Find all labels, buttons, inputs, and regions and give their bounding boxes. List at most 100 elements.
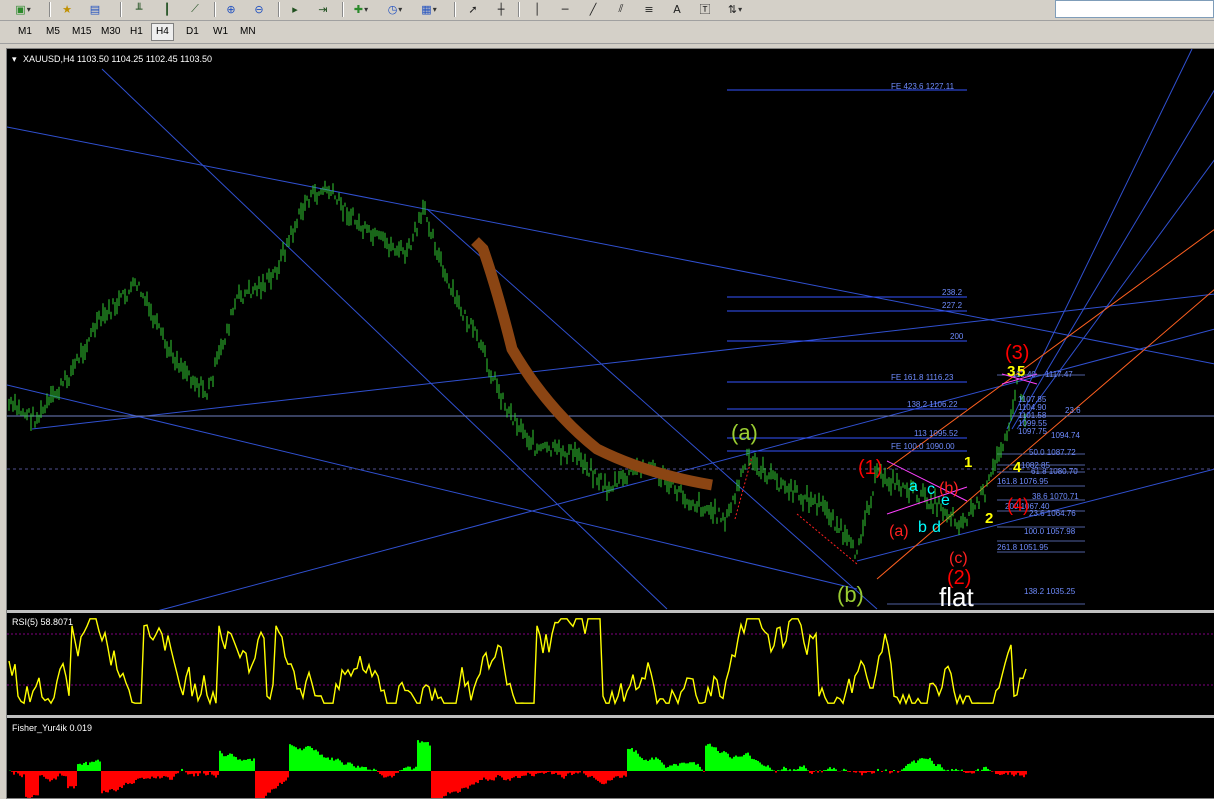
fisher-bar [373, 769, 375, 771]
fisher-bar [823, 770, 825, 771]
trendline-icon[interactable]: ╱ [584, 1, 602, 17]
bar-chart-icon[interactable]: ╨ [130, 1, 148, 17]
fisher-bar [877, 769, 879, 771]
fisher-bar [757, 761, 759, 771]
fisher-bar [813, 771, 815, 772]
crosshair-icon[interactable]: ┼ [492, 1, 510, 17]
fisher-bar [1007, 771, 1009, 775]
fisher-bar [241, 761, 243, 771]
fisher-bar [735, 756, 737, 771]
fisher-bar [633, 752, 635, 771]
fisher-bar [147, 771, 149, 778]
panel-separator[interactable] [7, 610, 1214, 613]
fisher-bar [51, 771, 53, 780]
fisher-bar [847, 771, 849, 772]
fisher-bar [479, 771, 481, 780]
timeframe-mn[interactable]: MN [236, 24, 260, 40]
properties-icon[interactable]: ▤ [86, 1, 104, 17]
fisher-bar [41, 771, 43, 775]
fisher-bar [369, 770, 371, 771]
equidistant-channel-icon[interactable]: ⫽ [612, 1, 630, 17]
chart-shift-icon[interactable]: ⇥ [314, 1, 332, 17]
fisher-bar [345, 764, 347, 771]
horizontal-line-icon[interactable]: ─ [556, 1, 574, 17]
toolbar-separator [120, 2, 122, 17]
chart-canvas[interactable]: ▾ XAUUSD,H4 1103.50 1104.25 1102.45 1103… [7, 49, 1214, 798]
timeframe-w1[interactable]: W1 [209, 24, 232, 40]
fisher-bar [999, 771, 1001, 775]
timeframe-m5[interactable]: M5 [42, 24, 64, 40]
panel-separator[interactable] [7, 715, 1214, 718]
fisher-bar [649, 760, 651, 771]
fisher-bar [361, 767, 363, 771]
new-chart-icon[interactable]: ▣ [14, 1, 32, 17]
fisher-bar [573, 771, 575, 774]
fisher-bar [597, 771, 599, 781]
text-icon[interactable]: A [668, 1, 686, 17]
fisher-bar [461, 771, 463, 788]
fisher-bar [553, 771, 555, 774]
fisher-bar [265, 771, 267, 796]
fisher-bar [225, 756, 227, 771]
fisher-bar [783, 767, 785, 771]
fisher-bar [617, 771, 619, 776]
fisher-bar [289, 744, 291, 771]
timeframe-h1[interactable]: H1 [126, 24, 147, 40]
fisher-panel[interactable]: Fisher_Yur4ik 0.019 [9, 723, 1027, 798]
fisher-bar [379, 771, 381, 774]
fisher-bar [413, 768, 415, 771]
fisher-bar [239, 759, 241, 771]
fisher-bar [539, 771, 541, 773]
fisher-bar [811, 771, 813, 774]
fisher-bar [745, 753, 747, 771]
periods-icon[interactable]: ◷ [386, 1, 404, 17]
fisher-bar [939, 764, 941, 771]
fisher-bar [243, 760, 245, 771]
rsi-panel[interactable]: RSI(5) 58.8071 [7, 617, 1214, 703]
fisher-bar [189, 771, 191, 774]
fisher-bar [943, 770, 945, 771]
fisher-bar [853, 771, 855, 772]
fisher-bar [181, 769, 183, 771]
fisher-bar [151, 771, 153, 777]
price-panel[interactable]: ▾ XAUUSD,H4 1103.50 1104.25 1102.45 1103… [7, 49, 1214, 612]
fisher-bar [491, 771, 493, 780]
fisher-bar [595, 771, 597, 780]
indicators-icon[interactable]: ✚ [352, 1, 370, 17]
fisher-bar [867, 771, 869, 772]
fisher-bar [203, 771, 205, 774]
fisher-bar [343, 765, 345, 771]
timeframe-m1[interactable]: M1 [14, 24, 36, 40]
fisher-bar [991, 771, 993, 772]
fisher-bar [983, 767, 985, 771]
fisher-bar [311, 748, 313, 771]
vertical-line-icon[interactable]: │ [528, 1, 546, 17]
fisher-bar [365, 767, 367, 771]
fisher-bar [323, 757, 325, 771]
arrows-icon[interactable]: ⇅ [726, 1, 744, 17]
candlesticks-icon[interactable]: ┃ [158, 1, 176, 17]
fibonacci-icon[interactable]: ≡ [640, 1, 658, 17]
timeframe-m30[interactable]: M30 [97, 24, 124, 40]
fisher-bar [625, 771, 627, 777]
templates-icon[interactable]: ▦ [420, 1, 438, 17]
search-input[interactable] [1055, 0, 1214, 18]
text-label-icon[interactable]: 🅃 [696, 1, 714, 17]
zoom-in-icon[interactable]: ⊕ [222, 1, 240, 17]
timeframe-d1[interactable]: D1 [182, 24, 203, 40]
autoscroll-icon[interactable]: ▸ [286, 1, 304, 17]
timeframe-m15[interactable]: M15 [68, 24, 95, 40]
toolbar-separator [278, 2, 280, 17]
fisher-bar [771, 770, 773, 771]
zoom-out-icon[interactable]: ⊖ [250, 1, 268, 17]
fisher-bar [103, 771, 105, 791]
fisher-bar [805, 768, 807, 771]
timeframe-h4[interactable]: H4 [151, 23, 174, 41]
fisher-bar [457, 771, 459, 793]
fisher-bar [143, 771, 145, 779]
fisher-bar [291, 745, 293, 771]
line-chart-icon[interactable]: ⟋ [186, 1, 204, 17]
profiles-icon[interactable]: ★ [58, 1, 76, 17]
chart-window[interactable]: ▾ XAUUSD,H4 1103.50 1104.25 1102.45 1103… [6, 48, 1214, 799]
cursor-icon[interactable]: ➚ [464, 1, 482, 17]
